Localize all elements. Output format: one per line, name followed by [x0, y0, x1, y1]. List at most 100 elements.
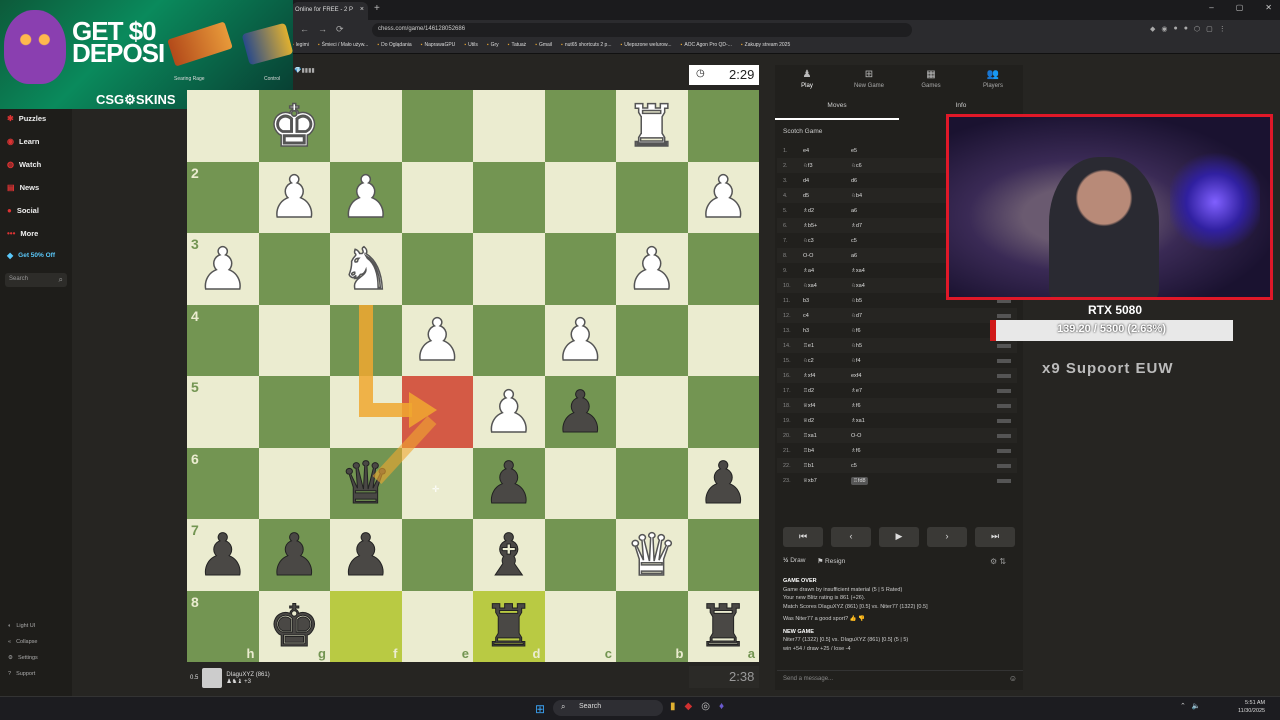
board-square[interactable]: 4 [187, 304, 259, 376]
board-square[interactable] [401, 161, 473, 233]
white-pawn-icon[interactable]: ♟ [339, 168, 393, 228]
black-pawn-icon[interactable]: ♟ [697, 454, 750, 513]
board-square[interactable] [616, 376, 688, 448]
white-move[interactable]: h3 [799, 328, 851, 334]
white-move[interactable]: ♗d2 [799, 208, 851, 214]
board-square[interactable] [258, 376, 330, 448]
white-move[interactable]: ♖xa1 [799, 433, 851, 439]
white-pawn-icon[interactable]: ♟ [196, 239, 250, 299]
white-move[interactable]: c4 [799, 313, 851, 319]
board-square[interactable]: ♟ [401, 304, 473, 376]
prev-move-button[interactable]: ‹ [831, 527, 871, 547]
first-move-button[interactable]: ⏮ [783, 527, 823, 547]
board-square[interactable]: b [616, 590, 688, 662]
bookmark-item[interactable]: NaprawaGPU [421, 42, 455, 48]
black-move[interactable]: d6 [851, 178, 911, 184]
start-icon[interactable]: ⊞ [535, 702, 545, 716]
next-move-button[interactable]: › [927, 527, 967, 547]
white-move[interactable]: ♗a4 [799, 268, 851, 274]
board-square[interactable]: ♜ [616, 90, 688, 162]
board-square[interactable] [401, 519, 473, 591]
board-square[interactable] [544, 519, 616, 591]
black-move[interactable]: ♗f6 [851, 448, 911, 454]
board-square[interactable]: 2 [187, 161, 259, 233]
bookmark-item[interactable]: Utils [464, 42, 478, 48]
tab-play[interactable]: ♟ Play [776, 69, 838, 89]
black-move[interactable]: a6 [851, 253, 911, 259]
black-move[interactable]: ♗xa4 [851, 268, 911, 274]
board-square[interactable] [544, 447, 616, 519]
sidebar-item-news[interactable]: ▤ News [7, 183, 39, 192]
back-icon[interactable]: ← [300, 24, 309, 35]
board-square[interactable] [330, 90, 402, 162]
white-move[interactable]: ♘xa4 [799, 283, 851, 289]
board-square[interactable]: ♞ [330, 233, 402, 305]
bookmark-item[interactable]: Tatuaż [508, 42, 526, 48]
black-bishop-icon[interactable]: ♝ [482, 525, 535, 584]
board-square[interactable] [258, 233, 330, 305]
white-knight-icon[interactable]: ♞ [339, 239, 393, 299]
board-square[interactable] [687, 519, 759, 591]
white-pawn-icon[interactable]: ♟ [411, 311, 465, 371]
board-square[interactable]: ♚ [258, 90, 330, 162]
board-square[interactable]: ♟ [258, 161, 330, 233]
new-tab-button[interactable]: + [374, 3, 380, 14]
black-move[interactable]: ♘h5 [851, 343, 911, 349]
black-pawn-icon[interactable]: ♟ [196, 525, 249, 584]
board-square[interactable]: 3 ♟ [187, 233, 259, 305]
sidebar-search-input[interactable]: Search ⌕ [5, 273, 67, 287]
board-square[interactable]: 6 [187, 447, 259, 519]
black-move[interactable]: ♗f6 [851, 403, 911, 409]
black-pawn-icon[interactable]: ♟ [554, 382, 607, 441]
board-square[interactable]: ♛ [330, 447, 402, 519]
board-square[interactable]: e [401, 590, 473, 662]
black-move[interactable]: ♘c6 [851, 163, 911, 169]
white-move[interactable]: ♗b5+ [799, 223, 851, 229]
sidebar-item-watch[interactable]: ◍ Watch [7, 160, 41, 169]
panel-tool-icons[interactable]: ⚙ ⇅ [990, 557, 1006, 566]
black-move[interactable]: c5 [851, 463, 911, 469]
white-move[interactable]: ♘c2 [799, 358, 851, 364]
board-square[interactable] [258, 304, 330, 376]
board-square[interactable]: 8h [187, 590, 259, 662]
white-move[interactable]: ♗xf4 [799, 373, 851, 379]
board-square[interactable] [401, 233, 473, 305]
board-square[interactable] [401, 376, 473, 448]
black-move[interactable]: a6 [851, 208, 911, 214]
bookmark-item[interactable]: Zakupy stream 2025 [741, 42, 791, 48]
thumbs-up-icon[interactable]: 👍 [850, 616, 857, 622]
black-move[interactable]: ♖fd8 [851, 476, 911, 485]
white-king-icon[interactable]: ♚ [268, 96, 322, 156]
white-queen-icon[interactable]: ♛ [625, 525, 679, 585]
taskbar-app-icon[interactable]: ◎ [701, 701, 710, 712]
maximize-icon[interactable]: ▢ [1236, 3, 1244, 12]
board-square[interactable]: ♟ [473, 447, 545, 519]
board-square[interactable]: ♟ [544, 304, 616, 376]
emoji-icon[interactable]: ☺ [1009, 674, 1017, 683]
system-clock[interactable]: 5:51 AM 11/30/2025 [1238, 699, 1265, 715]
bookmark-item[interactable]: Śmieci / Mało używ... [318, 42, 369, 48]
sidebar-item-social[interactable]: ● Social [7, 206, 39, 215]
tab-new-game[interactable]: ⊞ New Game [838, 69, 900, 89]
board-square[interactable] [544, 90, 616, 162]
black-rook-icon[interactable]: ♜ [697, 597, 750, 656]
board-square[interactable] [330, 304, 402, 376]
board-square[interactable]: ♟ [687, 161, 759, 233]
board-square[interactable] [616, 447, 688, 519]
black-move[interactable]: ♗d7 [851, 223, 911, 229]
board-square[interactable]: ♟ [330, 161, 402, 233]
tab-games[interactable]: ▦ Games [900, 69, 962, 89]
sidebar-item-learn[interactable]: ◉ Learn [7, 137, 39, 146]
last-move-button[interactable]: ⏭ [975, 527, 1015, 547]
extension-icons[interactable]: ◆ ◉ ● ● ⬡ ▢ ⋮ [1150, 25, 1226, 33]
white-move[interactable]: ♕xb7 [799, 478, 851, 484]
black-move[interactable]: ♘d7 [851, 313, 911, 319]
white-pawn-icon[interactable]: ♟ [268, 168, 322, 228]
board-square[interactable]: c [544, 590, 616, 662]
board-square[interactable] [330, 376, 402, 448]
white-rook-icon[interactable]: ♜ [625, 96, 679, 156]
white-move[interactable]: ♕d2 [799, 418, 851, 424]
url-field[interactable]: chess.com/game/146128052686 [372, 23, 912, 37]
board-square[interactable] [687, 376, 759, 448]
draw-button[interactable]: ½ Draw [783, 557, 805, 565]
